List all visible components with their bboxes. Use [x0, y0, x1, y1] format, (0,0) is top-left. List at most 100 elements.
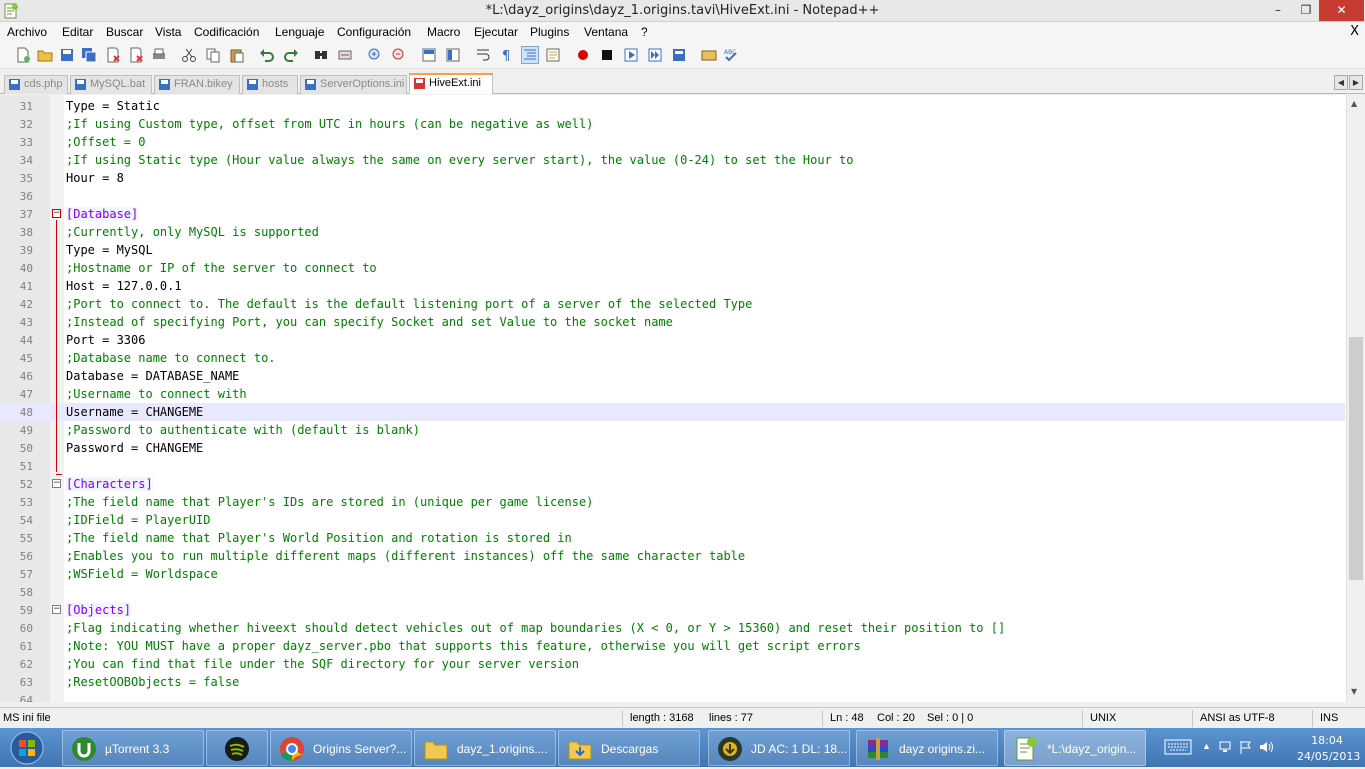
volume-icon[interactable]: [1258, 739, 1274, 758]
code-line[interactable]: 47 ;Username to connect with: [0, 385, 1345, 403]
code-line[interactable]: 32 ;If using Custom type, offset from UTC…: [0, 115, 1345, 133]
taskbar-item-utorrent[interactable]: µTorrent 3.3: [62, 730, 204, 766]
save-all-icon[interactable]: [80, 46, 98, 64]
code-editor[interactable]: 31 Type = Static 32 ;If using Custom type, …: [0, 95, 1365, 702]
code-line[interactable]: 44 Port = 3306: [0, 331, 1345, 349]
taskbar-item-spotify[interactable]: [206, 730, 268, 766]
redo-icon[interactable]: [282, 46, 300, 64]
code-line[interactable]: 53 ;The field name that Player's IDs are …: [0, 493, 1345, 511]
word-wrap-icon[interactable]: [474, 46, 492, 64]
spell-check-icon[interactable]: ABC: [722, 46, 740, 64]
new-file-icon[interactable]: [14, 46, 32, 64]
taskbar-item-winrar[interactable]: dayz origins.zi...: [856, 730, 998, 766]
show-hidden-icons-icon[interactable]: ▲: [1202, 741, 1211, 751]
code-line[interactable]: 33 ;Offset = 0: [0, 133, 1345, 151]
sync-horizontal-icon[interactable]: [444, 46, 462, 64]
scroll-up-icon[interactable]: ▲: [1351, 99, 1357, 108]
code-line[interactable]: 49 ;Password to authenticate with (defaul…: [0, 421, 1345, 439]
code-line[interactable]: 50 Password = CHANGEME: [0, 439, 1345, 457]
code-line[interactable]: 35 Hour = 8: [0, 169, 1345, 187]
code-line[interactable]: 37 [Database] −: [0, 205, 1345, 223]
code-line[interactable]: 55 ;The field name that Player's World Po…: [0, 529, 1345, 547]
tab-serveroptions-ini[interactable]: ServerOptions.ini: [300, 75, 407, 94]
menu-macro[interactable]: Macro: [427, 25, 460, 39]
taskbar-item-chrome[interactable]: Origins Server?...: [270, 730, 412, 766]
paste-icon[interactable]: [228, 46, 246, 64]
tab-scroll-left-button[interactable]: ◀: [1334, 75, 1348, 90]
close-document-button[interactable]: X: [1350, 24, 1359, 39]
save-macro-icon[interactable]: [670, 46, 688, 64]
taskbar-item-jdownloader[interactable]: JD AC: 1 DL: 18...: [708, 730, 850, 766]
code-line[interactable]: 63 ;ResetOOBObjects = false: [0, 673, 1345, 691]
code-line[interactable]: 48 Username = CHANGEME: [0, 403, 1345, 421]
code-line[interactable]: 40 ;Hostname or IP of the server to conne…: [0, 259, 1345, 277]
print-icon[interactable]: [150, 46, 168, 64]
replace-icon[interactable]: [336, 46, 354, 64]
code-line[interactable]: 61 ;Note: YOU MUST have a proper dayz_ser…: [0, 637, 1345, 655]
show-all-chars-icon[interactable]: ¶: [498, 46, 516, 64]
clock-date[interactable]: 24/05/2013: [1297, 750, 1360, 763]
tab-hiveext-ini[interactable]: HiveExt.ini: [409, 73, 493, 94]
code-line[interactable]: 43 ;Instead of specifying Port, you can s…: [0, 313, 1345, 331]
play-macro-icon[interactable]: [622, 46, 640, 64]
undo-icon[interactable]: [258, 46, 276, 64]
tab-fran-bikey[interactable]: FRAN.bikey: [154, 75, 240, 94]
code-line[interactable]: 46 Database = DATABASE_NAME: [0, 367, 1345, 385]
clock-time[interactable]: 18:04: [1297, 734, 1357, 747]
taskbar-item-folder-dayz[interactable]: dayz_1.origins....: [414, 730, 556, 766]
code-line[interactable]: 57 ;WSField = Worldspace: [0, 565, 1345, 583]
zoom-in-icon[interactable]: [366, 46, 384, 64]
launch-browser-icon[interactable]: [700, 46, 718, 64]
menu-ejecutar[interactable]: Ejecutar: [474, 25, 518, 39]
code-line[interactable]: 38 ;Currently, only MySQL is supported: [0, 223, 1345, 241]
close-file-icon[interactable]: [104, 46, 122, 64]
menu-configuracion[interactable]: Configuración: [337, 25, 411, 39]
code-line[interactable]: 60 ;Flag indicating whether hiveext shoul…: [0, 619, 1345, 637]
code-line[interactable]: 56 ;Enables you to run multiple different…: [0, 547, 1345, 565]
save-icon[interactable]: [58, 46, 76, 64]
tab-hosts[interactable]: hosts: [242, 75, 298, 94]
menu-archivo[interactable]: Archivo: [7, 25, 47, 39]
scrollbar-thumb[interactable]: [1349, 337, 1363, 580]
fold-toggle-icon[interactable]: −: [52, 479, 61, 488]
zoom-out-icon[interactable]: [390, 46, 408, 64]
menu-codificacion[interactable]: Codificación: [194, 25, 259, 39]
close-button[interactable]: ✕: [1319, 0, 1364, 21]
tab-mysql-bat[interactable]: MySQL.bat: [70, 75, 152, 94]
menu-plugins[interactable]: Plugins: [530, 25, 569, 39]
menu-buscar[interactable]: Buscar: [106, 25, 143, 39]
run-macro-multiple-icon[interactable]: [646, 46, 664, 64]
taskbar-item-descargas[interactable]: Descargas: [558, 730, 700, 766]
open-file-icon[interactable]: [36, 46, 54, 64]
minimize-button[interactable]: –: [1264, 0, 1292, 21]
fold-toggle-icon[interactable]: −: [52, 605, 61, 614]
menu-help[interactable]: ?: [641, 25, 648, 39]
network-icon[interactable]: [1218, 739, 1234, 758]
sync-vertical-icon[interactable]: [420, 46, 438, 64]
copy-icon[interactable]: [204, 46, 222, 64]
code-line[interactable]: 36: [0, 187, 1345, 205]
keyboard-icon[interactable]: [1164, 738, 1192, 759]
indent-guide-icon[interactable]: [521, 46, 539, 64]
cut-icon[interactable]: [180, 46, 198, 64]
close-all-icon[interactable]: [128, 46, 146, 64]
code-line[interactable]: 34 ;If using Static type (Hour value alwa…: [0, 151, 1345, 169]
code-line[interactable]: 31 Type = Static: [0, 97, 1345, 115]
menu-lenguaje[interactable]: Lenguaje: [275, 25, 324, 39]
record-macro-icon[interactable]: [574, 46, 592, 64]
code-line[interactable]: 41 Host = 127.0.0.1: [0, 277, 1345, 295]
code-line[interactable]: 58: [0, 583, 1345, 601]
code-line[interactable]: 52 [Characters] −: [0, 475, 1345, 493]
tab-scroll-right-button[interactable]: ▶: [1349, 75, 1363, 90]
flag-icon[interactable]: [1238, 739, 1254, 758]
fold-toggle-icon[interactable]: −: [52, 209, 61, 218]
code-line[interactable]: 42 ;Port to connect to. The default is th…: [0, 295, 1345, 313]
code-line[interactable]: 39 Type = MySQL: [0, 241, 1345, 259]
menu-vista[interactable]: Vista: [155, 25, 181, 39]
start-button[interactable]: [6, 730, 48, 766]
scroll-down-icon[interactable]: ▼: [1351, 687, 1357, 696]
maximize-button[interactable]: ❐: [1292, 0, 1320, 21]
tab-cds-php[interactable]: cds.php: [4, 75, 68, 94]
document-map-icon[interactable]: [544, 46, 562, 64]
code-line[interactable]: 51: [0, 457, 1345, 475]
